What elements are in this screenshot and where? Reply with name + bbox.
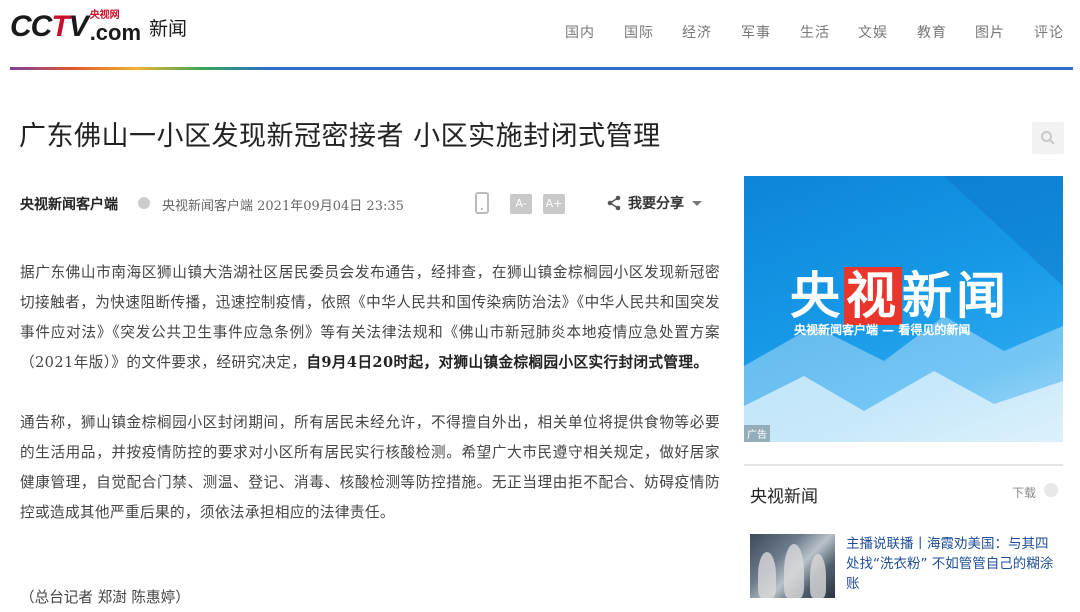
download-icon[interactable] [1044,483,1058,497]
phone-icon[interactable] [475,192,489,214]
main-nav: 国内 国际 经济 军事 生活 文娱 教育 图片 评论 [0,22,1080,44]
nav-item-economy[interactable]: 经济 [682,22,712,42]
news-thumbnail[interactable] [750,534,835,598]
share-label: 我要分享 [628,193,684,213]
search-icon [1040,130,1056,146]
nav-item-life[interactable]: 生活 [800,22,830,42]
nav-item-education[interactable]: 教育 [917,22,947,42]
article-meta: 央视新闻客户端 央视新闻客户端 2021年09月04日 23:35 A- A+ … [20,192,720,216]
site-header: CCTV 央视网 .com 新闻 国内 国际 经济 军事 生活 文娱 教育 图片… [0,0,1080,70]
thumbnail-figure [784,544,804,598]
nav-item-comments[interactable]: 评论 [1034,22,1064,42]
sidebar-ad-banner[interactable]: 央视新闻 央视新闻客户端 — 看得见的新闻 广告 [744,176,1063,442]
article-title: 广东佛山一小区发现新冠密接者 小区实施封闭式管理 [19,114,661,153]
nav-item-domestic[interactable]: 国内 [565,22,595,42]
news-item-link[interactable]: 主播说联播丨海霞劝美国：与其四处找“洗衣粉” 不如管管自己的糊涂账 [846,534,1060,594]
banner-subtitle: 央视新闻客户端 — 看得见的新闻 [794,321,970,338]
article-reporter: （总台记者 郑澍 陈惠婷） [20,586,190,607]
ad-tag: 广告 [744,425,770,442]
thumbnail-figure [810,554,826,598]
article-paragraph-1: 据广东佛山市南海区狮山镇大浩湖社区居民委员会发布通告，经排查，在狮山镇金棕榈园小… [20,258,720,378]
font-decrease-button[interactable]: A- [510,194,532,214]
font-increase-button[interactable]: A+ [543,194,565,214]
nav-item-international[interactable]: 国际 [624,22,654,42]
info-icon [138,197,150,209]
share-icon [606,195,622,211]
article-body: 据广东佛山市南海区狮山镇大浩湖社区居民委员会发布通告，经排查，在狮山镇金棕榈园小… [20,258,720,528]
search-button[interactable] [1032,122,1064,154]
article-paragraph-2: 通告称，狮山镇金棕榈园小区封闭期间，所有居民未经允许，不得擅自外出，相关单位将提… [20,408,720,528]
nav-item-pictures[interactable]: 图片 [975,22,1005,42]
article-source[interactable]: 央视新闻客户端 [20,194,118,214]
banner-title: 央视新闻 [790,256,1010,328]
banner-title-a: 央 [790,267,844,325]
article-meta-info: 央视新闻客户端 2021年09月04日 23:35 [162,195,404,214]
sidebar-news-box: 央视新闻 下载 主播说联播丨海霞劝美国：与其四处找“洗衣粉” 不如管管自己的糊涂… [744,464,1063,612]
nav-item-military[interactable]: 军事 [741,22,771,42]
nav-item-entertainment[interactable]: 文娱 [858,22,888,42]
header-divider [10,67,1073,70]
sidebar-section-title: 央视新闻 [750,482,818,507]
thumbnail-figure [758,552,776,598]
banner-title-b: 新闻 [902,267,1010,325]
share-button[interactable]: 我要分享 [606,193,702,213]
chevron-down-icon [692,201,702,206]
paragraph-1-bold: 自9月4日20时起，对狮山镇金棕榈园小区实行封闭式管理。 [306,354,708,371]
download-link[interactable]: 下载 [1012,484,1036,501]
banner-title-highlight: 视 [844,267,902,325]
